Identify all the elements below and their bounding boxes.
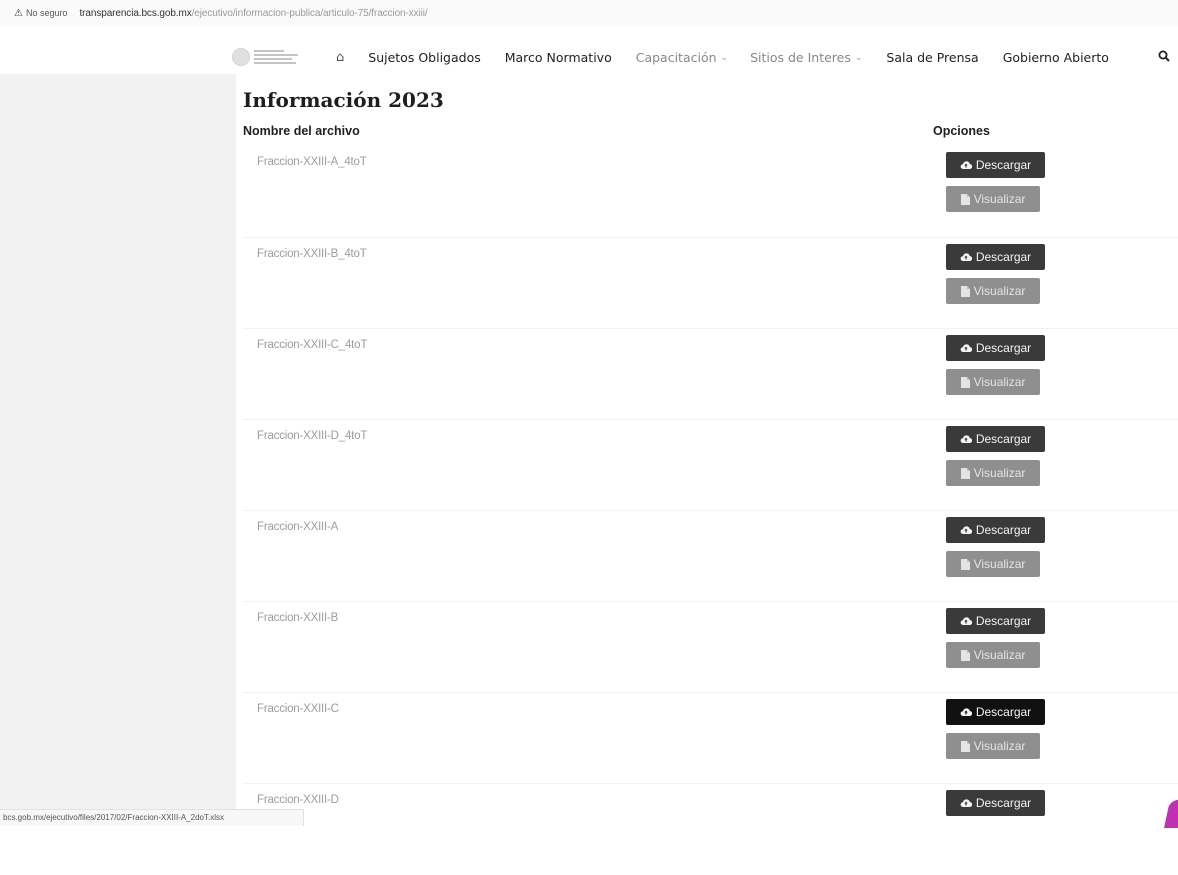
nav-home[interactable]: ⌂ [336, 50, 344, 65]
view-label: Visualizar [973, 557, 1026, 571]
cloud-upload-icon [960, 253, 972, 262]
page-title: Información 2023 [243, 88, 444, 112]
file-icon [960, 193, 970, 205]
view-button[interactable]: Visualizar [946, 460, 1040, 486]
download-button[interactable]: Descargar [946, 426, 1045, 452]
view-button[interactable]: Visualizar [946, 278, 1040, 304]
url-text[interactable]: transparencia.bcs.gob.mx/ejecutivo/infor… [80, 8, 428, 19]
home-icon: ⌂ [336, 50, 345, 65]
site-logo[interactable] [232, 43, 312, 71]
download-button[interactable]: Descargar [946, 335, 1045, 361]
search-icon[interactable] [1158, 50, 1170, 62]
chevron-down-icon: ⌄ [720, 52, 729, 63]
view-button[interactable]: Visualizar [946, 369, 1040, 395]
nav-gobierno-abierto[interactable]: Gobierno Abierto [1003, 50, 1109, 65]
cloud-upload-icon [960, 435, 972, 444]
file-row: Fraccion-XXIII-C Descargar Visualizar [243, 692, 1178, 784]
column-header-file-name: Nombre del archivo [243, 124, 360, 138]
download-button[interactable]: Descargar [946, 608, 1045, 634]
column-header-options: Opciones [933, 124, 990, 138]
nav-sitios-de-interes[interactable]: Sitios de Interes ⌄ [750, 50, 862, 65]
file-icon [960, 740, 970, 752]
file-icon [960, 285, 970, 297]
url-host: transparencia.bcs.gob.mx [79, 7, 192, 19]
security-indicator[interactable]: ⚠ No seguro [14, 8, 68, 19]
file-row: Fraccion-XXIII-D Descargar [243, 783, 1178, 875]
file-icon [960, 376, 970, 388]
left-sidebar-background [0, 74, 236, 814]
nav-sujetos-obligados[interactable]: Sujetos Obligados [368, 50, 480, 65]
file-row: Fraccion-XXIII-B Descargar Visualizar [243, 601, 1178, 693]
download-label: Descargar [975, 432, 1032, 446]
download-label: Descargar [975, 523, 1032, 537]
download-label: Descargar [975, 341, 1032, 355]
cloud-upload-icon [960, 344, 972, 353]
logo-seal [232, 48, 250, 66]
browser-address-bar[interactable]: ⚠ No seguro transparencia.bcs.gob.mx/eje… [0, 0, 1178, 26]
file-name: Fraccion-XXIII-D [257, 794, 339, 806]
file-name: Fraccion-XXIII-B [257, 612, 339, 624]
download-button[interactable]: Descargar [946, 152, 1045, 178]
file-row: Fraccion-XXIII-C_4toT Descargar Visualiz… [243, 328, 1178, 420]
file-row: Fraccion-XXIII-A_4toT Descargar Visualiz… [243, 146, 1178, 237]
file-icon [960, 467, 970, 479]
download-label: Descargar [975, 705, 1032, 719]
warning-triangle-icon: ⚠ [14, 7, 23, 19]
view-label: Visualizar [973, 192, 1026, 206]
nav-menu: ⌂ Sujetos Obligados Marco Normativo Capa… [336, 50, 1109, 65]
view-label: Visualizar [973, 648, 1026, 662]
security-label: No seguro [25, 8, 68, 18]
cloud-upload-icon [960, 708, 972, 717]
cloud-upload-icon [960, 617, 972, 626]
view-label: Visualizar [973, 375, 1026, 389]
nav-sitios-label: Sitios de Interes [750, 50, 851, 65]
download-label: Descargar [975, 796, 1032, 810]
url-path: /ejecutivo/informacion-publica/articulo-… [191, 7, 428, 19]
file-row: Fraccion-XXIII-A Descargar Visualizar [243, 510, 1178, 602]
file-icon [960, 558, 970, 570]
file-name: Fraccion-XXIII-B_4toT [257, 248, 367, 260]
view-label: Visualizar [973, 466, 1026, 480]
download-button[interactable]: Descargar [946, 790, 1045, 816]
file-row: Fraccion-XXIII-D_4toT Descargar Visualiz… [243, 419, 1178, 511]
view-label: Visualizar [973, 739, 1026, 753]
file-name: Fraccion-XXIII-A [257, 521, 339, 533]
nav-sala-de-prensa[interactable]: Sala de Prensa [886, 50, 978, 65]
logo-wordmark [254, 50, 298, 64]
cloud-upload-icon [960, 799, 972, 808]
cloud-upload-icon [960, 526, 972, 535]
file-name: Fraccion-XXIII-C [257, 703, 339, 715]
file-name: Fraccion-XXIII-C_4toT [257, 339, 368, 351]
view-button[interactable]: Visualizar [946, 551, 1040, 577]
download-label: Descargar [975, 158, 1032, 172]
file-name: Fraccion-XXIII-A_4toT [257, 156, 367, 168]
download-label: Descargar [975, 614, 1032, 628]
file-name: Fraccion-XXIII-D_4toT [257, 430, 368, 442]
nav-marco-normativo[interactable]: Marco Normativo [505, 50, 612, 65]
file-row: Fraccion-XXIII-B_4toT Descargar Visualiz… [243, 237, 1178, 329]
status-bar-url: bcs.gob.mx/ejecutivo/files/2017/02/Fracc… [0, 809, 304, 826]
download-button[interactable]: Descargar [946, 517, 1045, 543]
view-label: Visualizar [973, 284, 1026, 298]
nav-capacitacion-label: Capacitación [635, 50, 717, 65]
download-label: Descargar [975, 250, 1032, 264]
file-icon [960, 649, 970, 661]
cloud-upload-icon [960, 161, 972, 170]
download-button[interactable]: Descargar [946, 244, 1045, 270]
download-button[interactable]: Descargar [946, 699, 1045, 725]
view-button[interactable]: Visualizar [946, 733, 1040, 759]
chevron-down-icon: ⌄ [854, 52, 863, 63]
view-button[interactable]: Visualizar [946, 186, 1040, 212]
nav-capacitacion[interactable]: Capacitación ⌄ [636, 50, 728, 65]
view-button[interactable]: Visualizar [946, 642, 1040, 668]
